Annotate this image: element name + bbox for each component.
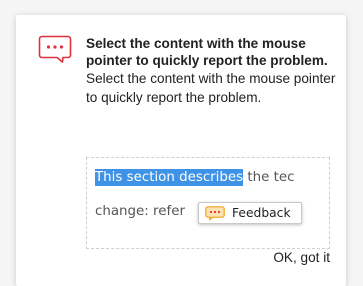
demo-line-2: change: refer [95,204,185,219]
demo-line-1: This section describes the tec [95,167,294,189]
tip-popover: Select the content with the mouse pointe… [16,15,346,286]
tip-title: Select the content with the mouse pointe… [86,36,328,68]
demo-line-1-rest: the tec [243,170,295,185]
feedback-button[interactable]: Feedback [198,202,302,224]
feedback-label: Feedback [232,206,291,220]
highlighted-selection: This section describes [95,169,244,186]
ok-got-it-button[interactable]: OK, got it [273,248,330,267]
tip-text: Select the content with the mouse pointe… [86,35,338,107]
tip-description: Select the content with the mouse pointe… [86,71,336,105]
demo-preview: This section describes the tec change: r… [86,157,330,249]
comment-ellipsis-icon [38,35,72,63]
speech-bubble-icon [205,206,225,222]
